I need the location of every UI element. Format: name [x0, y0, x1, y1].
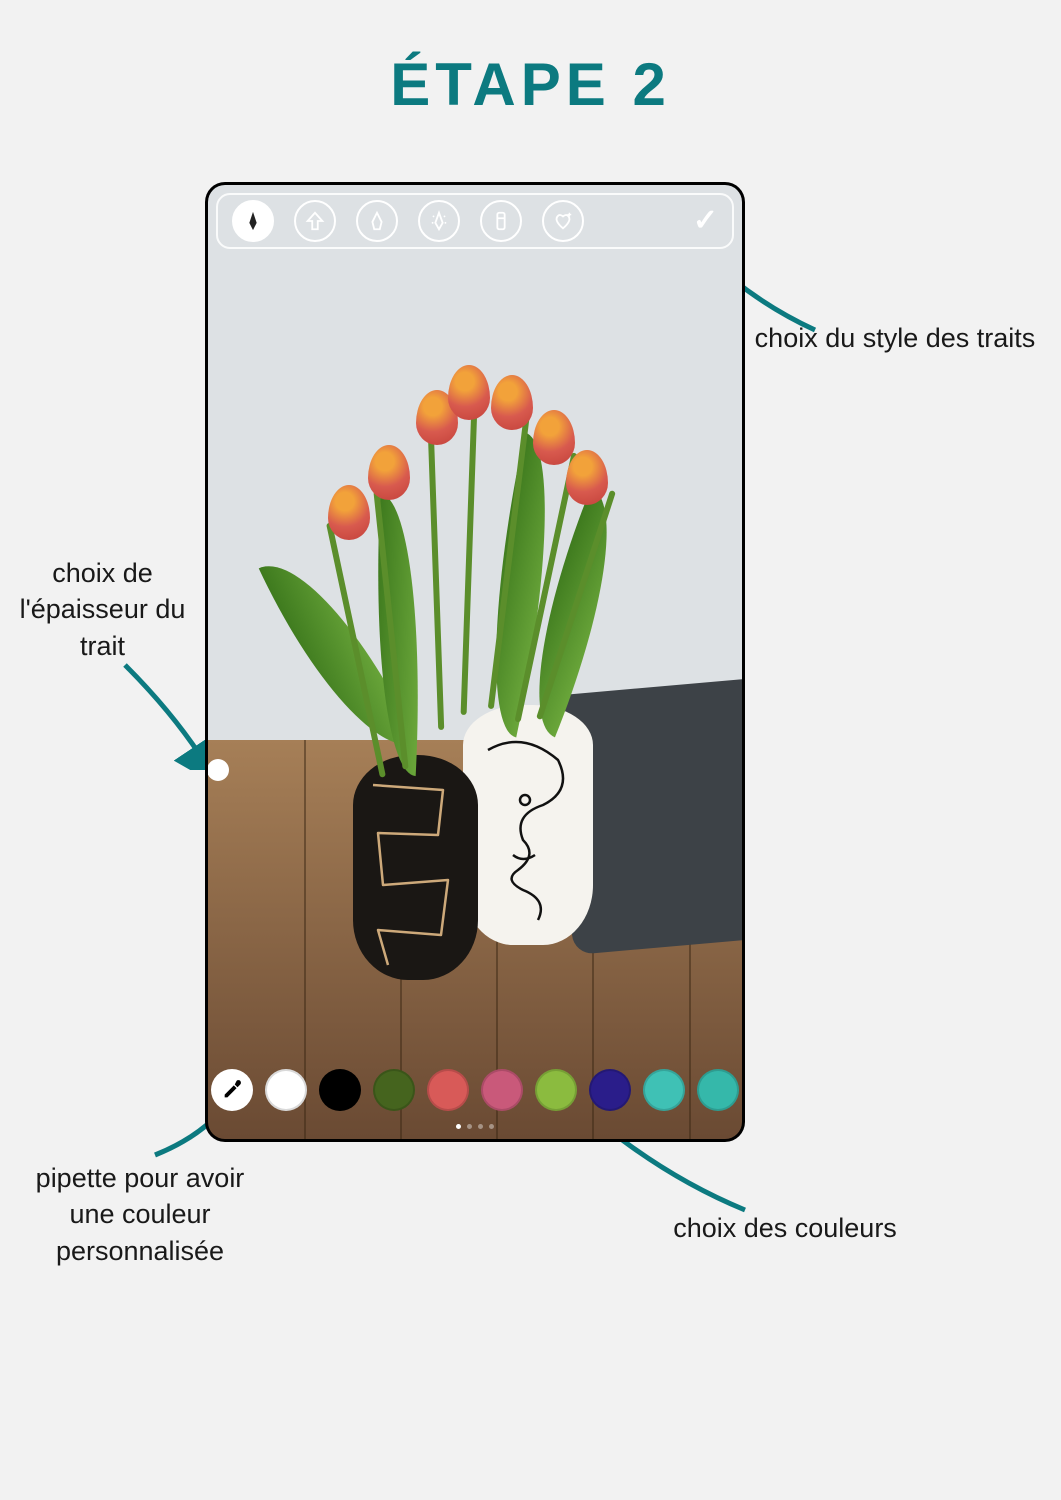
eraser-tool[interactable]	[480, 200, 522, 242]
line-art-face-icon	[463, 705, 593, 945]
annotation-colors: choix des couleurs	[625, 1210, 945, 1246]
palette-pager[interactable]	[208, 1124, 742, 1129]
squiggle-pattern-icon	[353, 755, 478, 980]
arrow-up-icon	[304, 210, 326, 232]
color-swatch-8[interactable]	[697, 1069, 739, 1111]
color-swatch-3[interactable]	[427, 1069, 469, 1111]
color-palette	[208, 1067, 742, 1113]
done-button[interactable]: ✓	[693, 206, 718, 236]
pager-dot[interactable]	[456, 1124, 461, 1129]
story-editor-screen: ✓	[208, 185, 742, 1139]
color-swatch-5[interactable]	[535, 1069, 577, 1111]
neon-tool[interactable]	[418, 200, 460, 242]
color-swatch-0[interactable]	[265, 1069, 307, 1111]
pen-tool[interactable]	[232, 200, 274, 242]
pen-icon	[242, 210, 264, 232]
marker-icon	[366, 210, 388, 232]
heart-sparkle-icon	[552, 210, 574, 232]
page-title: ÉTAPE 2	[0, 50, 1061, 119]
pager-dot[interactable]	[467, 1124, 472, 1129]
pager-dot[interactable]	[489, 1124, 494, 1129]
color-swatch-4[interactable]	[481, 1069, 523, 1111]
eyedropper-icon	[221, 1079, 243, 1101]
neon-icon	[428, 210, 450, 232]
white-vase	[463, 705, 593, 945]
annotation-style: choix du style des traits	[735, 320, 1055, 356]
draw-toolbar: ✓	[216, 193, 734, 249]
stroke-thickness-slider[interactable]	[208, 759, 229, 781]
color-swatch-7[interactable]	[643, 1069, 685, 1111]
color-swatch-1[interactable]	[319, 1069, 361, 1111]
marker-tool[interactable]	[356, 200, 398, 242]
arrow-tool[interactable]	[294, 200, 336, 242]
heart-sparkle-tool[interactable]	[542, 200, 584, 242]
eraser-icon	[490, 210, 512, 232]
phone-frame: ✓	[205, 182, 745, 1142]
annotation-eyedropper: pipette pour avoir une couleur personnal…	[10, 1160, 270, 1269]
color-swatch-2[interactable]	[373, 1069, 415, 1111]
pager-dot[interactable]	[478, 1124, 483, 1129]
black-vase	[353, 755, 478, 980]
color-swatch-6[interactable]	[589, 1069, 631, 1111]
eyedropper-button[interactable]	[211, 1069, 253, 1111]
annotation-thickness: choix de l'épaisseur du trait	[0, 555, 205, 664]
